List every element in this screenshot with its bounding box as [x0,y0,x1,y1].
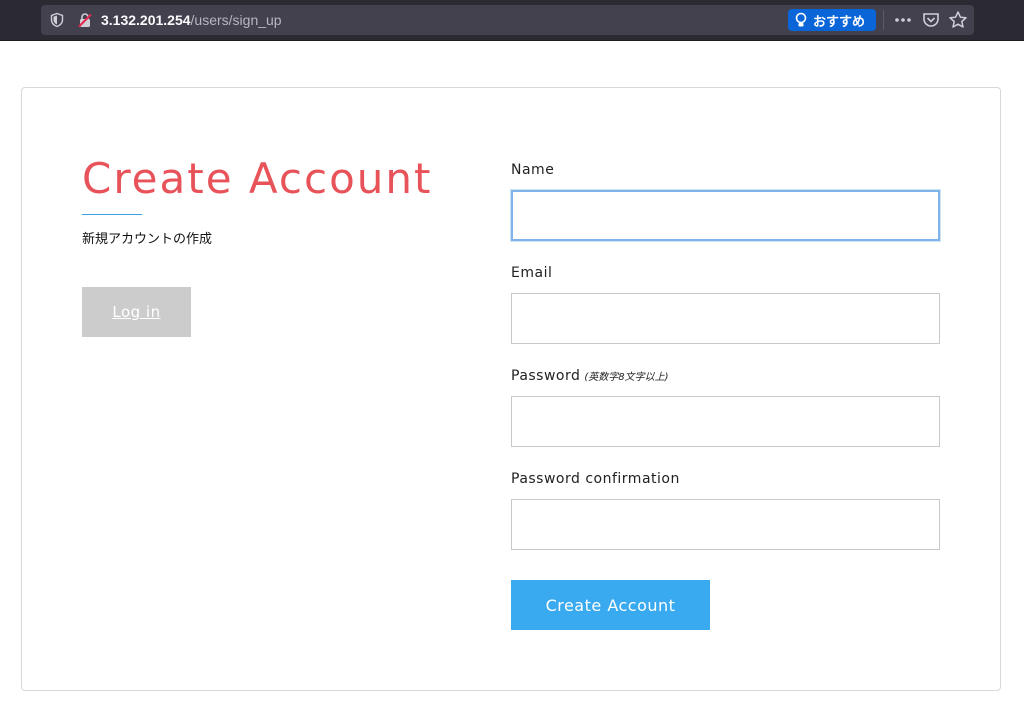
url-host: 3.132.201.254 [101,12,191,28]
signup-card: Create Account 新規アカウントの作成 Log in Name Em… [21,87,1001,691]
email-field[interactable] [511,293,940,344]
more-actions-icon[interactable] [893,10,913,30]
url-path: /users/sign_up [190,12,282,28]
insecure-lock-icon[interactable] [77,12,93,28]
title-underline [82,214,142,215]
tracking-protection-shield-icon[interactable] [49,12,65,28]
password-confirmation-label: Password confirmation [511,471,680,487]
password-hint: (英数字8文字以上) [584,372,669,383]
name-field[interactable] [511,190,940,241]
name-label: Name [511,162,555,178]
login-button[interactable]: Log in [82,287,191,337]
browser-toolbar: 3.132.201.254/users/sign_up おすすめ [0,0,1024,41]
create-account-button[interactable]: Create Account [511,580,710,630]
url-separator [883,10,884,30]
address-bar[interactable]: 3.132.201.254/users/sign_up おすすめ [41,5,974,35]
password-label-row: Password (英数字8文字以上) [511,368,669,384]
password-confirmation-field[interactable] [511,499,940,550]
password-label: Password [511,368,581,384]
page-title: Create Account [82,154,433,203]
pocket-icon[interactable] [921,10,941,30]
password-field[interactable] [511,396,940,447]
recommendation-badge[interactable]: おすすめ [788,9,876,31]
email-label: Email [511,265,553,281]
lightbulb-icon [795,12,807,27]
url-text[interactable]: 3.132.201.254/users/sign_up [101,12,282,28]
recommendation-label: おすすめ [813,14,866,30]
bookmark-star-icon[interactable] [948,10,968,30]
page-subtitle: 新規アカウントの作成 [82,232,213,247]
